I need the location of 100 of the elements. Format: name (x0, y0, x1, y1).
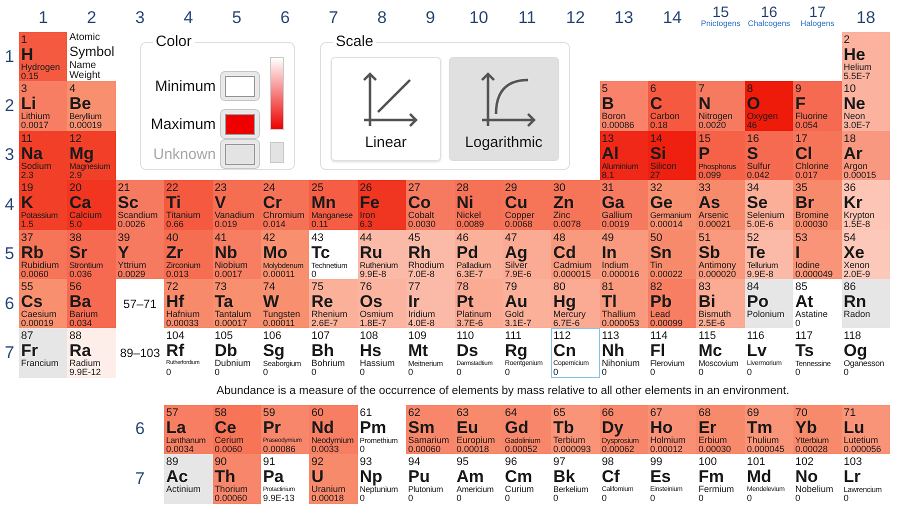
element-tile[interactable]: 90 Th Thorium 0.00060 (212, 454, 261, 504)
element-tile[interactable]: 34 Se Selenium 5.0E-6 (744, 180, 794, 230)
element-tile[interactable]: 92 U Uranium 0.00018 (309, 454, 358, 504)
element-tile[interactable]: 63 Eu Europium 0.00018 (454, 404, 503, 454)
abundance-value: 0.000049 (795, 270, 834, 279)
scale-button[interactable]: Linear (330, 57, 441, 161)
element-tile[interactable]: 45 Rh Rhodium 7.0E-8 (406, 230, 455, 279)
element-tile[interactable]: 49 In Indium 0.000016 (600, 230, 648, 279)
element-tile[interactable]: 1 H Hydrogen 0.15 (19, 32, 68, 82)
element-tile[interactable]: 10 Ne Neon 3.0E-7 (842, 81, 890, 131)
element-tile[interactable]: 31 Ga Gallium 0.0019 (600, 180, 648, 230)
element-tile[interactable]: 54 Xe Xenon 2.0E-9 (842, 230, 890, 279)
element-tile[interactable]: 74 W Tungsten 0.00011 (260, 278, 310, 328)
element-tile[interactable]: 65 Tb Terbium 0.000093 (551, 404, 600, 454)
element-tile[interactable]: 16 S Sulfur 0.042 (744, 130, 794, 180)
element-tile[interactable]: 89 Ac Actinium (164, 454, 213, 504)
element-tile[interactable]: 4 Be Beryllium 0.00019 (67, 81, 116, 131)
element-tile[interactable]: 73 Ta Tantalum 0.00017 (212, 278, 261, 328)
element-tile[interactable]: 7 N Nitrogen 0.0020 (696, 81, 745, 131)
element-tile[interactable]: 70 Yb Ytterbium 0.00028 (793, 404, 842, 454)
element-tile[interactable]: 5 B Boron 0.00086 (600, 81, 648, 131)
element-tile[interactable]: 84 Po Polonium (744, 278, 794, 328)
element-tile[interactable]: 27 Co Cobalt 0.0030 (406, 180, 455, 230)
element-tile[interactable]: 6 C Carbon 0.18 (648, 81, 696, 131)
abundance-value: 0 (795, 318, 802, 328)
element-tile[interactable]: 51 Sb Antimony 0.000020 (696, 230, 745, 279)
element-tile[interactable]: 19 K Potassium 1.5 (19, 180, 68, 230)
element-tile[interactable]: 87 Fr Francium (19, 328, 68, 378)
element-symbol: Am (456, 468, 484, 486)
element-tile[interactable]: 47 Ag Silver 7.9E-6 (502, 230, 552, 279)
element-tile[interactable]: 82 Pb Lead 0.00099 (648, 278, 696, 328)
element-tile[interactable]: 25 Mn Manganese 0.11 (309, 180, 358, 230)
element-tile[interactable]: 23 V Vanadium 0.019 (212, 180, 261, 230)
element-tile[interactable]: 57 La Lanthanum 0.0034 (164, 404, 213, 454)
element-tile[interactable]: 39 Y Yttrium 0.0029 (116, 230, 164, 279)
element-tile[interactable]: 26 Fe Iron 6.3 (358, 180, 406, 230)
element-tile[interactable]: 37 Rb Rubidium 0.0060 (19, 230, 68, 279)
element-tile[interactable]: 50 Sn Tin 0.00022 (648, 230, 696, 279)
element-tile[interactable]: 69 Tm Thulium 0.000045 (744, 404, 794, 454)
element-tile[interactable]: 38 Sr Strontium 0.036 (67, 230, 116, 279)
element-tile[interactable]: 60 Nd Neodymium 0.0033 (309, 404, 358, 454)
element-tile[interactable]: 21 Sc Scandium 0.0026 (116, 180, 164, 230)
element-tile[interactable]: 79 Au Gold 3.1E-7 (502, 278, 552, 328)
element-tile[interactable]: 77 Ir Iridium 4.0E-8 (406, 278, 455, 328)
element-tile[interactable]: 36 Kr Krypton 1.5E-8 (842, 180, 890, 230)
element-tile[interactable]: 40 Zr Zirconium 0.013 (164, 230, 213, 279)
element-tile[interactable]: 14 Si Silicon 27 (648, 130, 696, 180)
element-tile[interactable]: 11 Na Sodium 2.3 (19, 130, 68, 180)
element-tile[interactable]: 68 Er Erbium 0.00030 (696, 404, 745, 454)
element-tile[interactable]: 75 Re Rhenium 2.6E-7 (309, 278, 358, 328)
abundance-value: 0 (698, 494, 704, 504)
element-tile[interactable]: 32 Ge Germanium 0.00014 (648, 180, 696, 230)
element-tile[interactable]: 30 Zn Zinc 0.0078 (551, 180, 600, 230)
element-tile[interactable]: 35 Br Bromine 0.00030 (793, 180, 842, 230)
element-tile[interactable]: 29 Cu Copper 0.0068 (502, 180, 552, 230)
period-number: 6 (4, 294, 14, 314)
element-tile[interactable]: 76 Os Osmium 1.8E-7 (358, 278, 406, 328)
element-tile[interactable]: 2 He Helium 5.5E-7 (842, 32, 890, 82)
scale-button[interactable]: Logarithmic (448, 57, 559, 161)
element-tile[interactable]: 33 As Arsenic 0.00021 (696, 180, 745, 230)
atomic-number: 97 (553, 456, 567, 468)
element-tile[interactable]: 44 Ru Ruthenium 9.9E-8 (358, 230, 406, 279)
element-tile[interactable]: 72 Hf Hafnium 0.00033 (164, 278, 213, 328)
element-tile[interactable]: 17 Cl Chlorine 0.017 (793, 130, 842, 180)
element-tile[interactable]: 3 Li Lithium 0.0017 (19, 81, 68, 131)
element-tile[interactable]: 71 Lu Lutetium 0.000056 (842, 404, 890, 454)
element-tile[interactable]: 55 Cs Caesium 0.00019 (19, 278, 68, 328)
element-tile[interactable]: 83 Bi Bismuth 2.5E-6 (696, 278, 745, 328)
group-family-label: Pnictogens (700, 20, 740, 29)
element-tile[interactable]: 88 Ra Radium 9.9E-12 (67, 328, 116, 378)
color-picker-button[interactable] (220, 139, 260, 169)
color-picker-button[interactable] (220, 71, 260, 101)
element-tile[interactable]: 52 Te Tellurium 9.9E-8 (744, 230, 794, 279)
element-tile[interactable]: 67 Ho Holmium 0.00012 (648, 404, 696, 454)
element-tile[interactable]: 53 I Iodine 0.000049 (793, 230, 842, 279)
element-tile[interactable]: 28 Ni Nickel 0.0089 (454, 180, 503, 230)
element-tile[interactable]: 81 Tl Thallium 0.000053 (600, 278, 648, 328)
element-tile[interactable]: 80 Hg Mercury 6.7E-6 (551, 278, 600, 328)
element-tile[interactable]: 9 F Fluorine 0.054 (793, 81, 842, 131)
element-name: Rhodium (408, 260, 446, 270)
element-tile[interactable]: 24 Cr Chromium 0.014 (260, 180, 310, 230)
element-tile[interactable]: 62 Sm Samarium 0.00060 (406, 404, 455, 454)
caption-text: Abundance is a measure of the occurrence of elements by mass relative to all other elements in an environment. (216, 385, 790, 398)
atomic-number: 50 (650, 232, 664, 244)
element-tile[interactable]: 41 Nb Niobium 0.0017 (212, 230, 261, 279)
element-tile[interactable]: 22 Ti Titanium 0.66 (164, 180, 213, 230)
element-tile[interactable]: 20 Ca Calcium 5.0 (67, 180, 116, 230)
element-tile[interactable]: 46 Pd Palladium 6.3E-7 (454, 230, 503, 279)
element-tile[interactable]: 86 Rn Radon (842, 278, 890, 328)
element-symbol: Cs (21, 292, 43, 310)
element-tile[interactable]: 13 Al Aluminium 8.1 (600, 130, 648, 180)
color-picker-button[interactable] (220, 109, 260, 139)
element-tile[interactable]: 58 Ce Cerium 0.0060 (212, 404, 261, 454)
element-tile[interactable]: 56 Ba Barium 0.034 (67, 278, 116, 328)
atomic-number: 109 (408, 330, 428, 342)
element-tile[interactable]: 18 Ar Argon 0.00015 (842, 130, 890, 180)
element-tile[interactable]: 48 Cd Cadmium 0.000015 (551, 230, 600, 279)
element-tile[interactable]: 78 Pt Platinum 3.7E-6 (454, 278, 503, 328)
element-tile[interactable]: 12 Mg Magnesium 2.9 (67, 130, 116, 180)
element-tile[interactable]: 8 O Oxygen 46 (744, 81, 794, 131)
